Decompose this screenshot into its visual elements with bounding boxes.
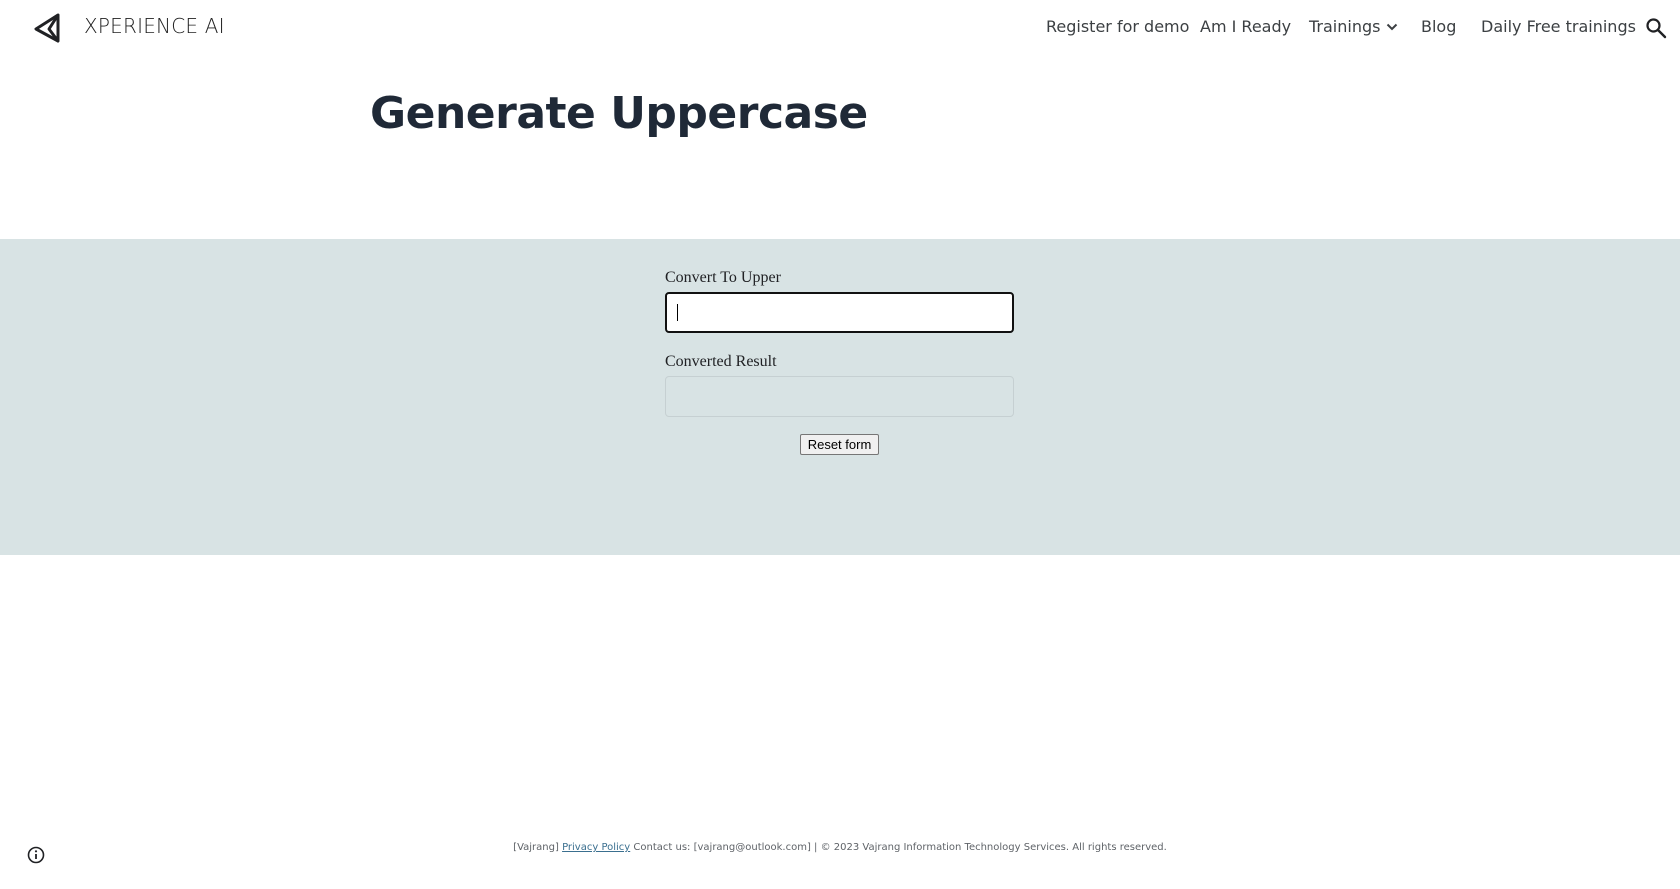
reset-wrap: Reset form bbox=[665, 434, 1014, 455]
nav-am-i-ready[interactable]: Am I Ready bbox=[1200, 17, 1291, 36]
nav-label: Blog bbox=[1421, 17, 1457, 36]
converted-result-field[interactable] bbox=[665, 376, 1014, 417]
info-icon[interactable] bbox=[27, 846, 45, 864]
site-footer: [Vajrang] Privacy Policy Contact us: [va… bbox=[0, 842, 1680, 853]
search-icon[interactable] bbox=[1645, 17, 1667, 39]
footer-contact: Contact us: [vajrang@outlook.com] | © 20… bbox=[633, 842, 1167, 853]
main-nav: Register for demo Am I Ready Trainings B… bbox=[0, 17, 1680, 41]
nav-daily-free-trainings[interactable]: Daily Free trainings bbox=[1481, 17, 1636, 36]
reset-form-button[interactable]: Reset form bbox=[799, 434, 880, 455]
convert-to-upper-label: Convert To Upper bbox=[665, 269, 781, 286]
text-cursor bbox=[677, 304, 678, 321]
nav-trainings[interactable]: Trainings bbox=[1309, 17, 1398, 36]
privacy-policy-link[interactable]: Privacy Policy bbox=[562, 842, 630, 853]
uppercase-form: Convert To Upper Converted Result Reset … bbox=[665, 269, 1015, 455]
footer-prefix: [Vajrang] bbox=[513, 842, 559, 853]
page-title: Generate Uppercase bbox=[370, 88, 868, 139]
nav-label: Trainings bbox=[1309, 17, 1381, 36]
site-header: XPERIENCE AI Register for demo Am I Read… bbox=[0, 0, 1680, 56]
convert-to-upper-input[interactable] bbox=[665, 292, 1014, 333]
convert-to-upper-wrap bbox=[665, 292, 1015, 333]
page: XPERIENCE AI Register for demo Am I Read… bbox=[0, 0, 1680, 889]
nav-label: Am I Ready bbox=[1200, 17, 1292, 36]
form-section: Convert To Upper Converted Result Reset … bbox=[0, 239, 1680, 555]
nav-blog[interactable]: Blog bbox=[1421, 17, 1456, 36]
chevron-down-icon bbox=[1387, 23, 1398, 30]
nav-label: Register for demo bbox=[1046, 17, 1190, 36]
nav-register-for-demo[interactable]: Register for demo bbox=[1046, 17, 1189, 36]
nav-label: Daily Free trainings bbox=[1481, 17, 1636, 36]
converted-result-label: Converted Result bbox=[665, 353, 777, 370]
